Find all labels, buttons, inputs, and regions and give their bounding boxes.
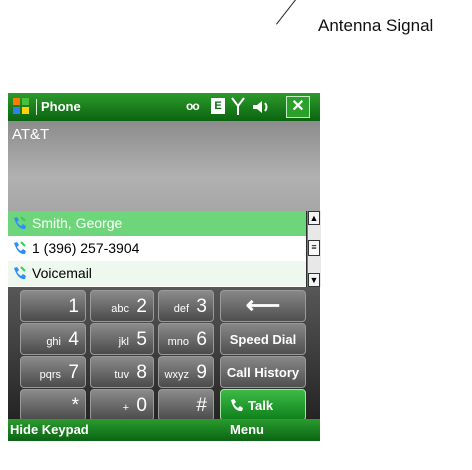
- key-1[interactable]: 1: [20, 290, 86, 322]
- antenna-signal-callout: Antenna Signal: [318, 16, 434, 35]
- callout-pointer-line: [276, 0, 302, 25]
- speaker-volume-icon[interactable]: [251, 98, 271, 116]
- call-history-button[interactable]: Call History: [220, 356, 306, 388]
- list-scrollbar[interactable]: ▲ ≡ ▼: [307, 211, 321, 287]
- scroll-down-icon[interactable]: ▼: [308, 273, 320, 287]
- key-6[interactable]: mno 6: [158, 323, 214, 355]
- contact-phone-icon: [14, 216, 26, 230]
- voicemail-phone-icon: [14, 266, 26, 280]
- edge-network-icon[interactable]: E: [211, 98, 225, 114]
- speed-dial-button[interactable]: Speed Dial: [220, 323, 306, 355]
- backspace-button[interactable]: ⟵: [220, 290, 306, 322]
- phone-screen: Phone ᴏᴏ E ✕ AT&T Smith, George 1 (396) …: [8, 93, 321, 441]
- menu-softkey[interactable]: Menu: [230, 419, 264, 441]
- titlebar-separator: [36, 99, 37, 115]
- scroll-up-icon[interactable]: ▲: [308, 211, 320, 225]
- hide-keypad-softkey[interactable]: Hide Keypad: [10, 419, 89, 441]
- list-item[interactable]: Smith, George: [8, 211, 306, 236]
- scroll-thumb[interactable]: ≡: [308, 240, 320, 256]
- backspace-icon: ⟵: [245, 292, 281, 319]
- contact-suggestion-list: Smith, George 1 (396) 257-3904 Voicemail: [8, 211, 306, 287]
- key-2[interactable]: abc 2: [90, 290, 154, 322]
- app-title: Phone: [41, 99, 81, 114]
- windows-start-icon[interactable]: [12, 97, 30, 115]
- key-star[interactable]: *: [20, 389, 86, 421]
- key-hash[interactable]: #: [158, 389, 214, 421]
- key-3[interactable]: def 3: [158, 290, 214, 322]
- softkey-bar: Hide Keypad Menu: [8, 419, 320, 441]
- carrier-name: AT&T: [12, 126, 50, 143]
- contact-phone-icon: [14, 241, 26, 255]
- dial-keypad: 1 abc 2 def 3 ⟵ ghi 4 jkl 5 mno 6 Speed Dial …: [8, 287, 320, 421]
- voicemail-icon[interactable]: ᴏᴏ: [186, 99, 200, 113]
- list-item-label: 1 (396) 257-3904: [32, 240, 140, 256]
- list-item-label: Voicemail: [32, 265, 92, 281]
- key-8[interactable]: tuv 8: [90, 356, 154, 388]
- talk-button[interactable]: Talk: [220, 389, 306, 421]
- carrier-panel: AT&T: [8, 121, 320, 177]
- antenna-signal-icon[interactable]: [230, 96, 246, 116]
- key-9[interactable]: wxyz 9: [158, 356, 214, 388]
- phone-icon: [231, 399, 243, 412]
- key-7[interactable]: pqrs 7: [20, 356, 86, 388]
- list-item-label: Smith, George: [32, 215, 123, 231]
- close-button[interactable]: ✕: [286, 96, 310, 118]
- display-area: [8, 177, 320, 211]
- key-5[interactable]: jkl 5: [90, 323, 154, 355]
- key-4[interactable]: ghi 4: [20, 323, 86, 355]
- title-bar: Phone ᴏᴏ E ✕: [8, 93, 320, 121]
- list-item[interactable]: 1 (396) 257-3904: [8, 236, 306, 261]
- list-item[interactable]: Voicemail: [8, 261, 306, 286]
- key-0[interactable]: +0: [90, 389, 154, 421]
